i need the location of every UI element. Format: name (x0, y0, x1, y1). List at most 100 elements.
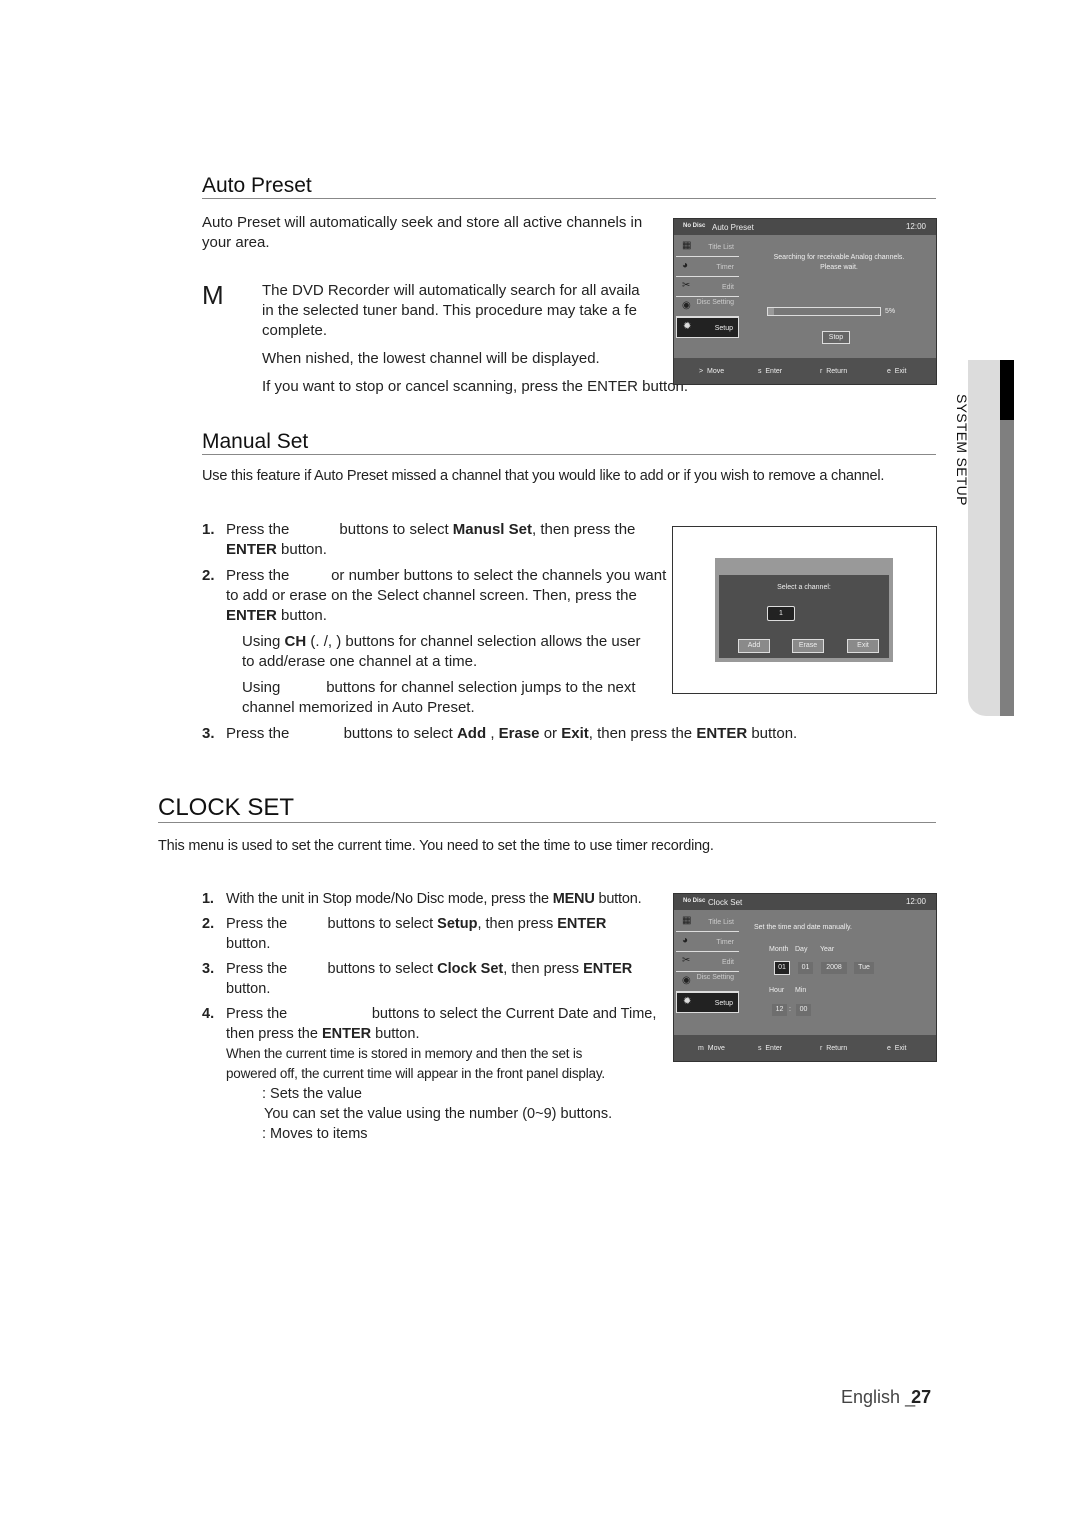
key-sets-value: : Sets the value (262, 1086, 362, 1102)
step-2-sub-1: Using CH (. /, ) buttons for channel sel… (242, 633, 641, 670)
note-marker-icon: M (202, 280, 224, 310)
osd-clock: 12:00 (905, 897, 926, 906)
manual-set-heading: Manual Set (202, 430, 309, 453)
osd-menu-item-timer[interactable]: ◕ Timer (676, 257, 739, 277)
osd-menu-item-disc-setting[interactable]: ◉ Disc Setting (676, 972, 739, 992)
day-label: Day (795, 946, 808, 953)
disc-icon: ◉ (682, 300, 691, 311)
osd-title: Clock Set (708, 898, 743, 907)
osd-title-bar: No Disc Clock Set 12:00 (674, 894, 936, 910)
key-legend: : Sets the value You can set the value u… (226, 1084, 672, 1144)
clock-set-intro: This menu is used to set the current tim… (158, 838, 714, 854)
select-channel-dialog: Select a channel: 1 Add Erase Exit (715, 558, 893, 662)
menu-label: Title List (708, 919, 734, 926)
note-line: If you want to stop or cancel scanning, … (262, 378, 689, 395)
footer-enter: s Enter (758, 368, 783, 375)
footer-enter: s Enter (758, 1045, 783, 1052)
osd-clock: 12:00 (905, 222, 926, 231)
note-line: When nished, the lowest channel will be … (262, 350, 600, 367)
osd-menu-item-setup[interactable]: ✹ Setup (676, 992, 739, 1013)
page-footer: English _27 (841, 1387, 931, 1408)
osd-menu-item-disc-setting[interactable]: ◉ Disc Setting (676, 297, 739, 317)
manual-set-steps: 1. Press the buttons to select Manusl Se… (202, 520, 797, 744)
step-1: 1. Press the buttons to select Manusl Se… (202, 521, 636, 558)
minute-field[interactable]: 00 (796, 1004, 811, 1016)
dialog-body: Select a channel: 1 Add Erase Exit (719, 575, 889, 658)
key-number-hint: You can set the value using the number (… (264, 1106, 613, 1122)
gear-icon: ✹ (683, 321, 692, 332)
auto-preset-note: The DVD Recorder will automatically sear… (262, 281, 722, 397)
menu-label: Setup (714, 1000, 733, 1007)
menu-label: Edit (721, 959, 734, 966)
chapter-tab-marker (1000, 360, 1014, 420)
osd-menu-item-edit[interactable]: ✂ Edit (676, 277, 739, 297)
menu-label: Setup (714, 325, 733, 332)
add-button[interactable]: Add (738, 639, 770, 653)
auto-preset-heading: Auto Preset (202, 174, 312, 197)
scan-progress-label: 5% (885, 308, 896, 315)
clock-set-osd-screen: No Disc Clock Set 12:00 ▦ Title List ◕ Tim… (673, 893, 937, 1062)
message-line: Searching for receivable Analog channels… (773, 254, 905, 261)
message-line: Please wait. (820, 264, 858, 271)
time-separator: : (789, 1006, 791, 1013)
footer-exit: e Exit (887, 368, 907, 375)
film-icon: ▦ (682, 915, 692, 926)
select-channel-prompt: Select a channel: (777, 584, 831, 591)
osd-menu-item-title-list[interactable]: ▦ Title List (676, 237, 739, 257)
section-divider (202, 454, 936, 455)
scissors-icon: ✂ (682, 955, 691, 966)
osd-menu: ▦ Title List ◕ Timer ✂ Edit ◉ Disc Setting ✹… (676, 912, 739, 1013)
osd-title: Auto Preset (712, 223, 754, 232)
chapter-tab-bar (1000, 360, 1014, 716)
note-line: complete. (262, 322, 328, 339)
intro-line: your area. (202, 234, 270, 251)
min-label: Min (795, 987, 807, 994)
step-2-sub-2: Using buttons for channel selection jump… (242, 679, 636, 716)
month-field[interactable]: 01 (774, 961, 790, 975)
menu-label: Title List (708, 244, 734, 251)
clock-set-steps: 1. With the unit in Stop mode/No Disc mo… (202, 889, 672, 1144)
hour-label: Hour (769, 987, 785, 994)
footer-return: r Return (820, 1045, 848, 1052)
osd-menu-item-title-list[interactable]: ▦ Title List (676, 912, 739, 932)
section-divider (158, 822, 936, 823)
footer-move: > Move (699, 368, 725, 375)
month-label: Month (769, 946, 789, 953)
day-field[interactable]: 01 (798, 962, 813, 974)
step-3: 3. Press the buttons to select Clock Set… (202, 961, 633, 997)
step-2: 2. Press the buttons to select Setup, th… (202, 916, 607, 952)
osd-footer: > Move s Enter r Return e Exit (674, 358, 936, 384)
channel-number-field[interactable]: 1 (767, 606, 795, 621)
select-channel-figure: Select a channel: 1 Add Erase Exit (672, 526, 937, 694)
weekday-field: Tue (854, 962, 874, 974)
footer-return: r Return (820, 368, 848, 375)
page-number: 27 (911, 1387, 932, 1407)
osd-menu-item-timer[interactable]: ◕ Timer (676, 932, 739, 952)
osd-title-bar: No Disc Auto Preset 12:00 (674, 219, 936, 235)
section-divider (202, 198, 936, 199)
auto-preset-intro: Auto Preset will automatically seek and … (202, 213, 672, 253)
menu-label: Timer (716, 264, 734, 271)
osd-status-message: Searching for receivable Analog channels… (749, 253, 929, 273)
menu-label: Disc Setting (696, 974, 734, 981)
step-4-note: When the current time is stored in memor… (226, 1046, 605, 1081)
disc-icon: ◉ (682, 975, 691, 986)
exit-button[interactable]: Exit (847, 639, 879, 653)
footer-exit: e Exit (887, 1045, 907, 1052)
film-icon: ▦ (682, 240, 692, 251)
osd-menu-item-edit[interactable]: ✂ Edit (676, 952, 739, 972)
clock-icon: ◕ (682, 935, 689, 946)
stop-button[interactable]: Stop (822, 331, 850, 344)
osd-status-message: Set the time and date manually. (754, 924, 852, 931)
gear-icon: ✹ (683, 996, 692, 1007)
no-disc-indicator: No Disc (683, 223, 706, 229)
step-4: 4. Press the buttons to select the Curre… (202, 1004, 672, 1144)
hour-field[interactable]: 12 (772, 1004, 787, 1016)
footer-language: English (841, 1387, 901, 1407)
clock-icon: ◕ (682, 260, 689, 271)
auto-preset-osd-screen: No Disc Auto Preset 12:00 ▦ Title List ◕ T… (673, 218, 937, 385)
scan-progress-bar (767, 307, 881, 316)
osd-menu-item-setup[interactable]: ✹ Setup (676, 317, 739, 338)
erase-button[interactable]: Erase (792, 639, 824, 653)
year-field[interactable]: 2008 (821, 962, 847, 974)
